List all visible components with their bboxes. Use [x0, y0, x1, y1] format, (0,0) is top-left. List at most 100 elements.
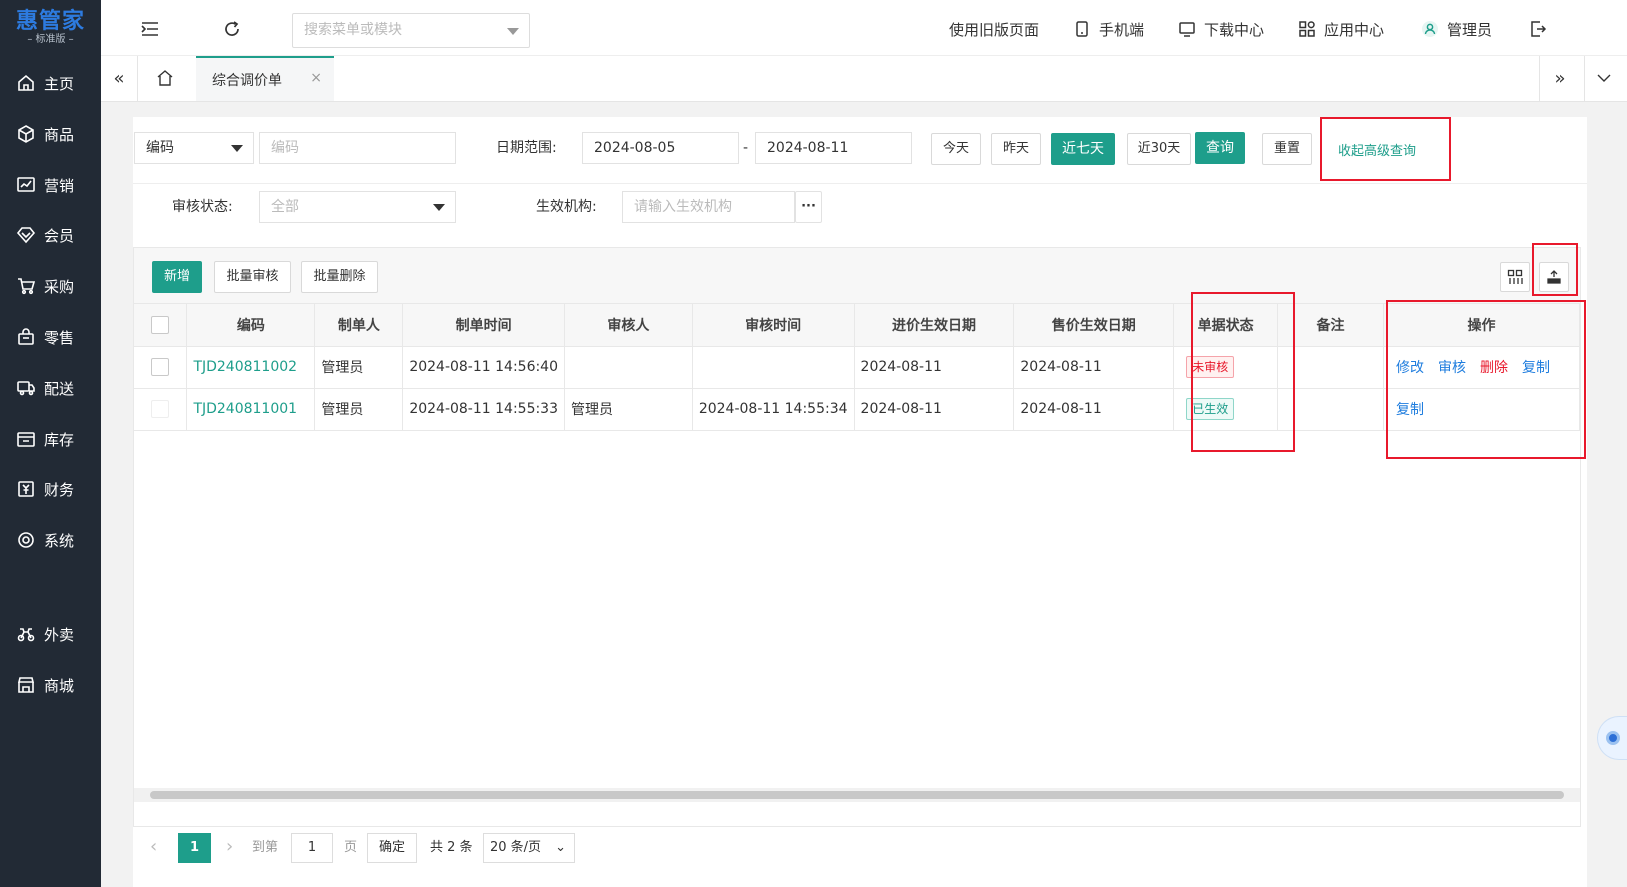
column-header-cost-effective-date[interactable]: 进价生效日期 [854, 304, 1015, 347]
sidebar-item-members[interactable]: 会员 [0, 215, 101, 255]
old-page-label: 使用旧版页面 [949, 20, 1040, 39]
row-checkbox[interactable] [151, 358, 170, 376]
today-button[interactable]: 今天 [931, 133, 981, 165]
chevron-down-icon: ⌄ [555, 840, 566, 855]
date-from-value: 2024-08-05 [594, 140, 676, 156]
table-header-row: 编码 制单人 制单时间 审核人 审核时间 进价生效日期 售价生效日期 单据状态 … [134, 304, 1581, 347]
app-center-link[interactable]: 应用中心 [1298, 18, 1384, 40]
sidebar-item-label: 财务 [44, 480, 75, 499]
page-size-value: 20 条/页 [490, 840, 542, 855]
column-header-auditor[interactable]: 审核人 [564, 304, 693, 347]
column-header-created-time[interactable]: 制单时间 [402, 304, 566, 347]
document-code-link[interactable]: TJD240811001 [193, 401, 297, 417]
audit-status-select[interactable]: 全部 [259, 191, 456, 223]
query-button[interactable]: 查询 [1195, 132, 1245, 164]
last-7-days-button[interactable]: 近七天 [1051, 133, 1115, 165]
row-select-cell[interactable] [134, 388, 188, 431]
document-code-link[interactable]: TJD240811002 [193, 359, 297, 375]
column-settings-icon[interactable] [1500, 262, 1530, 292]
download-center-link[interactable]: 下载中心 [1178, 18, 1264, 40]
store-icon [17, 677, 35, 693]
sidebar-item-label: 商城 [44, 676, 75, 695]
row-checkbox[interactable] [151, 400, 170, 418]
code-input[interactable]: 编码 [259, 132, 456, 164]
auditor-cell [564, 346, 693, 389]
sidebar-item-distribution[interactable]: 配送 [0, 368, 101, 408]
column-header-creator[interactable]: 制单人 [314, 304, 404, 347]
tabs-scroll-right-icon[interactable]: » [1550, 68, 1570, 89]
date-to-value: 2024-08-11 [767, 140, 849, 156]
brand-edition: – 标准版 – [27, 33, 74, 45]
refresh-icon[interactable] [221, 18, 243, 40]
date-from-input[interactable]: 2024-08-05 [582, 132, 739, 164]
sidebar-item-home[interactable]: 主页 [0, 63, 101, 103]
logout-icon[interactable] [1527, 18, 1549, 40]
sidebar-item-takeout[interactable]: 外卖 [0, 614, 101, 654]
tab-price-adjustment[interactable]: 综合调价单 × [196, 56, 334, 101]
auditor-cell: 管理员 [564, 388, 693, 431]
close-icon[interactable]: × [310, 70, 322, 86]
sidebar-item-retail[interactable]: 零售 [0, 317, 101, 357]
yesterday-button[interactable]: 昨天 [991, 133, 1041, 165]
date-separator: - [743, 140, 749, 156]
price-adjustment-table: 编码 制单人 制单时间 审核人 审核时间 进价生效日期 售价生效日期 单据状态 … [134, 304, 1581, 431]
row-select-cell[interactable] [134, 346, 188, 389]
sidebar-item-label: 营销 [44, 176, 75, 195]
created-time-cell: 2024-08-11 14:55:33 [402, 388, 566, 431]
finance-icon [18, 481, 34, 497]
truck-icon [17, 381, 35, 396]
chevron-down-icon [433, 204, 445, 211]
audit-status-label: 审核状态: [172, 199, 233, 215]
sidebar-item-inventory[interactable]: 库存 [0, 419, 101, 459]
menu-search-input[interactable]: 搜索菜单或模块 [292, 13, 530, 48]
sidebar-item-purchase[interactable]: 采购 [0, 266, 101, 306]
tab-label: 综合调价单 [212, 72, 282, 89]
horizontal-scrollbar[interactable] [134, 788, 1580, 802]
column-header-code[interactable]: 编码 [186, 304, 316, 347]
tabs-scroll-left-icon[interactable]: « [109, 68, 129, 89]
home-tab-icon[interactable] [153, 66, 177, 90]
mobile-link[interactable]: 手机端 [1073, 18, 1144, 40]
sidebar-item-label: 外卖 [44, 625, 75, 644]
column-header-price-effective-date[interactable]: 售价生效日期 [1013, 304, 1175, 347]
menu-collapse-icon[interactable] [139, 18, 161, 40]
select-all-checkbox[interactable] [151, 315, 170, 334]
batch-delete-button[interactable]: 批量删除 [301, 261, 378, 293]
effective-org-input[interactable]: 请输入生效机构 [622, 191, 795, 223]
last-30-days-button[interactable]: 近30天 [1127, 133, 1191, 165]
date-to-input[interactable]: 2024-08-11 [755, 132, 912, 164]
total-count-label: 共 2 条 [430, 840, 473, 855]
tabs-menu-chevron-down-icon[interactable] [1594, 68, 1614, 88]
add-button[interactable]: 新增 [152, 261, 202, 293]
chevron-down-icon [231, 145, 243, 152]
menu-search-placeholder: 搜索菜单或模块 [304, 22, 402, 38]
sidebar-item-system[interactable]: 系统 [0, 520, 101, 560]
old-page-link[interactable]: 使用旧版页面 [949, 18, 1039, 40]
next-page-button[interactable]: › [226, 832, 233, 862]
sidebar-item-mall[interactable]: 商城 [0, 665, 101, 705]
scrollbar-thumb[interactable] [150, 791, 1564, 799]
goto-page-input[interactable]: 1 [291, 833, 333, 863]
batch-audit-button[interactable]: 批量审核 [214, 261, 291, 293]
audit-status-value: 全部 [271, 199, 299, 215]
org-picker-more-button[interactable]: ··· [795, 191, 822, 223]
mobile-label: 手机端 [1099, 20, 1145, 39]
sidebar-item-marketing[interactable]: 营销 [0, 165, 101, 205]
divider [133, 183, 1587, 184]
select-all-cell[interactable] [134, 304, 188, 347]
settings-icon [18, 532, 34, 548]
audited-time-cell [692, 346, 855, 389]
page-size-select[interactable]: 20 条/页 ⌄ [483, 833, 575, 863]
column-header-audited-time[interactable]: 审核时间 [692, 304, 855, 347]
sidebar-item-finance[interactable]: 财务 [0, 469, 101, 509]
page-1-button[interactable]: 1 [178, 833, 211, 863]
code-type-select[interactable]: 编码 [134, 132, 254, 164]
reset-button[interactable]: 重置 [1262, 133, 1312, 165]
data-grid: 新增 批量审核 批量删除 编码 制单人 制单时间 审核人 审核时间 进价生效日期… [133, 247, 1581, 827]
user-menu[interactable]: 管理员 [1421, 18, 1492, 40]
prev-page-button[interactable]: ‹ [150, 832, 157, 862]
bag-icon [18, 328, 34, 345]
cost-date-cell: 2024-08-11 [854, 346, 1015, 389]
sidebar-item-products[interactable]: 商品 [0, 114, 101, 154]
goto-confirm-button[interactable]: 确定 [367, 833, 417, 863]
